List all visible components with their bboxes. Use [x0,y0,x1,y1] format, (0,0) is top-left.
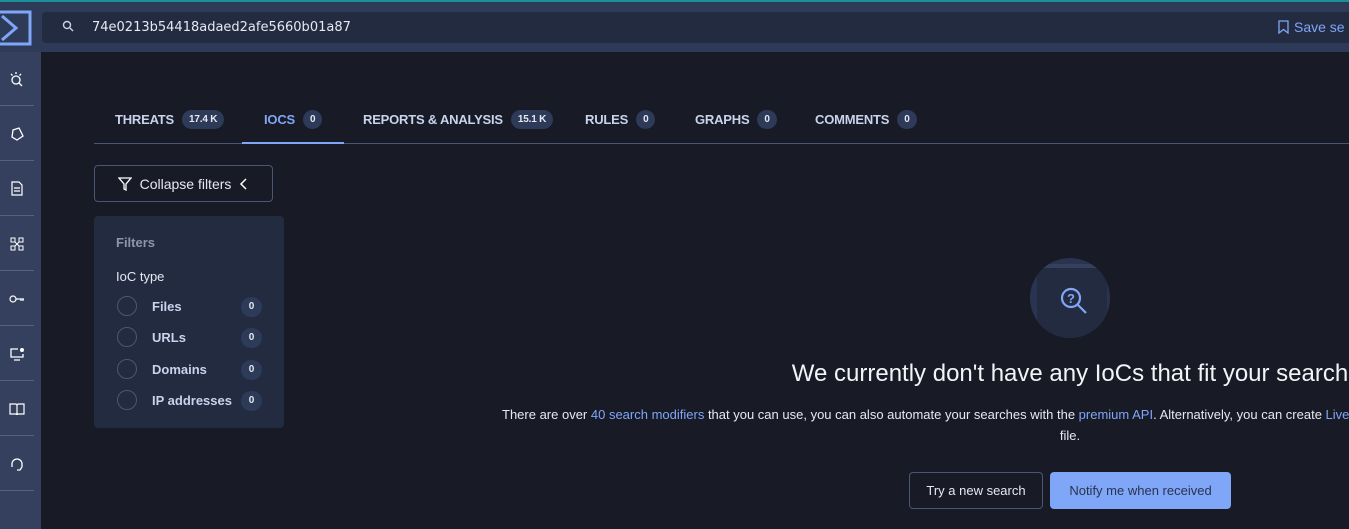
filters-title: Filters [116,235,156,250]
result-tabs: THREATS 17.4 K IOCS 0 REPORTS & ANALYSIS 15… [94,96,1349,144]
option-count: 0 [241,391,262,411]
collapse-filters-label: Collapse filters [139,175,232,192]
premium-api-link[interactable]: premium API [1079,407,1153,422]
sidebar-item-reports[interactable] [0,162,34,216]
tab-count-badge: 0 [897,110,917,129]
notify-me-button[interactable]: Notify me when received [1050,472,1231,509]
tab-count-badge: 15.1 K [510,110,554,129]
ioc-type-heading: IoC type [116,269,165,284]
option-count: 0 [241,297,262,317]
malware-icon [11,126,24,141]
tab-label: GRAPHS [695,112,750,127]
graph-icon [10,237,24,250]
tab-reports-analysis[interactable]: REPORTS & ANALYSIS 15.1 K [363,96,554,143]
bookmark-icon [1278,20,1289,34]
option-label: URLs [152,330,186,345]
filters-panel: Filters IoC type Files 0 URLs 0 Domains 0 I… [94,216,284,428]
filter-option-urls[interactable]: URLs 0 [117,327,267,349]
save-search-button[interactable]: Save se [1278,19,1345,35]
headset-icon [11,457,23,471]
sidebar-item-threat-hunt[interactable] [0,52,34,106]
tab-threats[interactable]: THREATS 17.4 K [115,96,225,143]
book-icon [9,402,25,415]
tab-label: COMMENTS [815,112,890,127]
tab-label: THREATS [115,112,175,127]
tab-label: REPORTS & ANALYSIS [363,112,503,127]
option-count: 0 [241,360,262,380]
option-count: 0 [241,328,262,348]
desc-text: . Alternatively, you can create [1153,407,1326,422]
tab-comments[interactable]: COMMENTS 0 [815,96,917,143]
empty-state-description: There are over 40 search modifiers that … [502,404,1349,446]
option-label: Domains [152,362,207,377]
tab-graphs[interactable]: GRAPHS 0 [695,96,777,143]
top-bar: Save se [0,2,1349,52]
svg-text:?: ? [1067,291,1075,306]
question-search-icon: ? [1060,287,1087,314]
tab-count-badge: 0 [302,109,323,129]
empty-state-illustration: ? [1030,258,1110,338]
sidebar-item-malware[interactable] [0,107,34,161]
virustotal-logo-icon[interactable] [0,10,32,46]
threat-search-icon [10,71,23,86]
sidebar-item-credentials[interactable] [0,272,34,326]
monitor-gear-icon [9,347,24,361]
collapse-filters-button[interactable]: Collapse filters [94,165,273,202]
desc-text: There are over [502,407,591,422]
option-label: Files [152,299,182,314]
tab-iocs[interactable]: IOCS 0 [242,96,345,144]
filter-option-files[interactable]: Files 0 [117,296,267,318]
try-new-search-button[interactable]: Try a new search [909,472,1043,509]
tab-count-badge: 0 [757,110,777,129]
save-search-label: Save se [1294,19,1345,35]
search-input[interactable] [92,12,992,43]
tab-count-badge: 17.4 K [182,110,225,129]
radio-button[interactable] [117,327,137,347]
desc-text: that you can use, you can also automate … [704,407,1079,422]
tab-label: IOCS [264,111,295,127]
radio-button[interactable] [117,390,137,410]
sidebar-item-support[interactable] [0,437,34,491]
sidebar-item-livehunt[interactable] [0,327,34,381]
tab-label: RULES [585,112,629,127]
sidebar [0,52,41,529]
filter-option-domains[interactable]: Domains 0 [117,359,267,381]
document-icon [11,181,23,196]
sidebar-item-graphs[interactable] [0,217,34,271]
filter-option-ip-addresses[interactable]: IP addresses 0 [117,390,267,412]
search-bar[interactable]: Save se [42,12,1349,43]
empty-state-headline: We currently don't have any IoCs that fi… [791,360,1349,387]
option-label: IP addresses [152,393,232,408]
desc-text: file. [1059,428,1081,443]
radio-button[interactable] [117,296,137,316]
livehunt-link[interactable]: Live [1326,407,1349,422]
key-icon [9,294,24,303]
search-modifiers-link[interactable]: 40 search modifiers [591,407,704,422]
radio-button[interactable] [117,359,137,379]
tab-count-badge: 0 [636,110,656,129]
tab-rules[interactable]: RULES 0 [585,96,656,143]
sidebar-item-docs[interactable] [0,382,34,436]
search-icon [62,20,74,32]
chevron-left-icon [240,177,247,190]
filter-icon [117,176,132,191]
